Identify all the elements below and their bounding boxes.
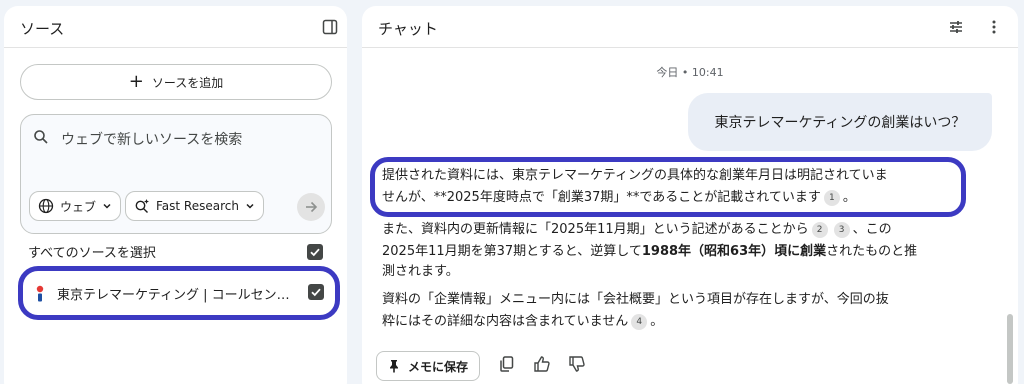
citation-badge[interactable]: 3 <box>833 222 850 238</box>
chevron-down-icon <box>102 201 112 211</box>
checkbox-icon <box>310 248 320 257</box>
answer-text: 。 <box>842 190 856 205</box>
select-all-checkbox[interactable] <box>307 244 323 260</box>
save-to-note-button[interactable]: メモに保存 <box>376 351 480 381</box>
message-timestamp: 今日 • 10:41 <box>656 66 724 79</box>
sparkle-search-icon <box>134 198 150 214</box>
answer-line: 測されます。 <box>382 262 459 282</box>
sources-panel: ソース + ソースを追加 ウェブで新しいソースを検索 ウェブ Fast Rese… <box>4 6 347 384</box>
tune-icon[interactable] <box>946 17 966 37</box>
sources-title: ソース <box>20 20 65 38</box>
answer-line: 資料の「企業情報」メニュー内には「会社概要」という項目が存在しますが、今回の抜 <box>382 290 889 310</box>
thumb-up-icon[interactable] <box>533 355 551 373</box>
globe-icon <box>38 198 54 214</box>
select-all-label: すべてのソースを選択 <box>28 246 156 261</box>
source-type-label: ウェブ <box>60 199 97 214</box>
arrow-right-icon <box>304 200 318 214</box>
sidebar-toggle-icon[interactable] <box>320 17 340 37</box>
sources-header: ソース <box>4 6 347 48</box>
answer-text: 2025年11月期を第37期とすると、逆算して <box>382 244 642 259</box>
answer-text: 、この <box>852 222 892 237</box>
search-icon <box>33 129 49 149</box>
search-input[interactable]: ウェブで新しいソースを検索 <box>61 129 242 149</box>
copy-icon[interactable] <box>498 355 516 373</box>
answer-line: また、資料内の更新情報に「2025年11月期」という記述があることから 2 3 、この <box>382 220 892 240</box>
add-source-button[interactable]: + ソースを追加 <box>20 64 332 100</box>
add-source-label: ソースを追加 <box>151 75 224 90</box>
checkbox-icon <box>311 288 321 297</box>
answer-line: 粋にはその詳細な内容は含まれていません 4。 <box>382 312 663 332</box>
favicon-icon <box>35 285 45 307</box>
thumb-down-icon[interactable] <box>568 355 586 373</box>
more-vert-icon[interactable] <box>984 17 1004 37</box>
citation-badge[interactable]: 2 <box>811 222 828 238</box>
source-type-dropdown[interactable]: ウェブ <box>29 191 122 221</box>
answer-text: 粋にはその詳細な内容は含まれていません <box>382 314 629 329</box>
web-search-box: ウェブで新しいソースを検索 ウェブ Fast Research <box>20 114 332 234</box>
answer-text: 資料の「企業情報」メニュー内には「会社概要」という項目が存在しますが、今回の抜 <box>382 292 889 307</box>
source-checkbox[interactable] <box>308 284 324 300</box>
citation-badge[interactable]: 4 <box>631 314 648 330</box>
chat-panel: チャット 今日 • 10:41 東京テレマーケティングの創業はいつ？ 提供された… <box>362 6 1018 384</box>
user-message: 東京テレマーケティングの創業はいつ？ <box>688 93 992 151</box>
save-to-note-label: メモに保存 <box>407 359 468 374</box>
answer-text: されたものと推 <box>826 244 918 259</box>
answer-text: また、資料内の更新情報に「2025年11月期」という記述があることから <box>382 222 809 237</box>
submit-search-button[interactable] <box>297 193 325 221</box>
research-mode-dropdown[interactable]: Fast Research <box>125 191 264 221</box>
research-mode-label: Fast Research <box>156 199 239 213</box>
answer-text: 提供された資料には、東京テレマーケティングの具体的な創業年月日は明記されていま <box>382 168 888 183</box>
chat-title: チャット <box>378 20 438 38</box>
chevron-down-icon <box>245 201 255 211</box>
answer-line: 2025年11月期を第37期とすると、逆算して1988年（昭和63年）頃に創業さ… <box>382 242 917 262</box>
plus-icon: + <box>128 71 144 92</box>
answer-line: 提供された資料には、東京テレマーケティングの具体的な創業年月日は明記されていま <box>382 166 888 186</box>
pin-icon <box>388 359 400 373</box>
chat-header: チャット <box>362 6 1018 48</box>
source-list-item[interactable]: 東京テレマーケティング | コールセンター <box>18 266 340 320</box>
answer-text: 測されます。 <box>382 264 459 279</box>
answer-text: 。 <box>650 314 664 329</box>
source-title: 東京テレマーケティング | コールセンター <box>57 288 293 303</box>
answer-bold-text: 1988年（昭和63年）頃に創業 <box>641 244 827 259</box>
chat-scrollbar[interactable] <box>1007 314 1013 384</box>
answer-text: せんが、**2025年度時点で「創業37期」**であることが記載されています <box>382 190 821 205</box>
answer-line: せんが、**2025年度時点で「創業37期」**であることが記載されています 1。 <box>382 188 856 208</box>
user-message-text: 東京テレマーケティングの創業はいつ？ <box>714 115 966 131</box>
citation-badge[interactable]: 1 <box>823 190 840 206</box>
